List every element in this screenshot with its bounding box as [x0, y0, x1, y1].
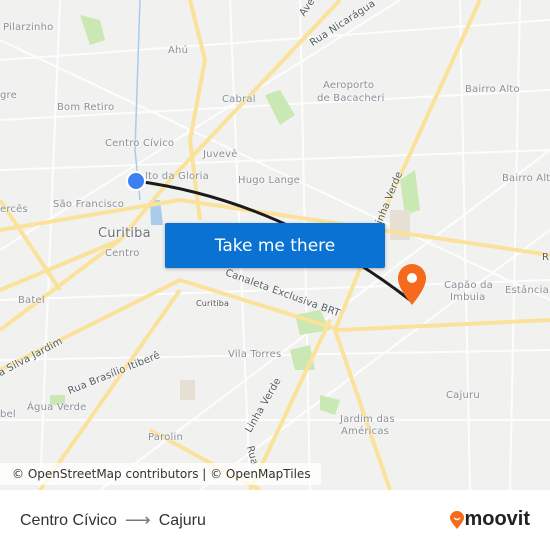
map-label: Ahú: [168, 45, 189, 56]
map-label: Centro Cívico: [105, 138, 175, 149]
map-label: Bairro Alto: [465, 84, 520, 95]
map-label: Imbuia: [450, 292, 486, 303]
map-label: Bom Retiro: [57, 102, 115, 113]
map-label: Capão da: [444, 280, 493, 291]
take-me-there-button[interactable]: Take me there: [165, 223, 385, 268]
arrow-right-icon: ⟶: [124, 510, 151, 530]
map-label: Curitiba: [196, 299, 230, 308]
map-label: Cajuru: [446, 390, 480, 401]
origin-name: Centro Cívico: [20, 511, 117, 529]
destination-pin-icon[interactable]: [398, 264, 426, 305]
map-label: Jardim das: [340, 414, 395, 425]
map-label: ercês: [0, 204, 28, 215]
map-label: Cabral: [222, 94, 256, 105]
map-attribution[interactable]: © OpenStreetMap contributors | © OpenMap…: [0, 463, 321, 485]
map-label: bel: [0, 409, 16, 420]
map[interactable]: Pilarzinho Ahú Ave Rua Nicarágua Aeropor…: [0, 0, 550, 490]
map-label: R: [542, 252, 550, 263]
map-label: Vila Torres: [228, 349, 282, 360]
map-label: Curitiba: [98, 226, 151, 241]
map-label: Centro: [105, 248, 140, 259]
moovit-pin-icon: [450, 510, 465, 529]
map-label: Batel: [18, 295, 45, 306]
footer: Centro Cívico ⟶ Cajuru moovit: [0, 490, 550, 550]
map-label: Juvevê: [203, 149, 238, 160]
map-label: Pilarzinho: [3, 22, 54, 33]
destination-name: Cajuru: [158, 511, 206, 529]
map-label: Américas: [341, 426, 390, 437]
map-label: Bairro Alt: [502, 173, 550, 184]
map-label: lto da Gloria: [145, 171, 209, 182]
route-summary: Centro Cívico ⟶ Cajuru: [20, 510, 206, 531]
map-label: Aeroporto: [323, 80, 375, 91]
map-label: Estância: [505, 285, 549, 296]
map-label: São Francisco: [53, 199, 125, 210]
map-label: Água Verde: [27, 402, 87, 413]
map-label: Parolin: [148, 432, 184, 443]
moovit-wordmark: moovit: [464, 508, 530, 530]
map-label: de Bacacheri: [317, 93, 385, 104]
moovit-logo: moovit: [450, 508, 530, 531]
map-label: gre: [0, 90, 17, 101]
origin-marker[interactable]: [126, 171, 146, 191]
map-label: Hugo Lange: [238, 175, 301, 186]
